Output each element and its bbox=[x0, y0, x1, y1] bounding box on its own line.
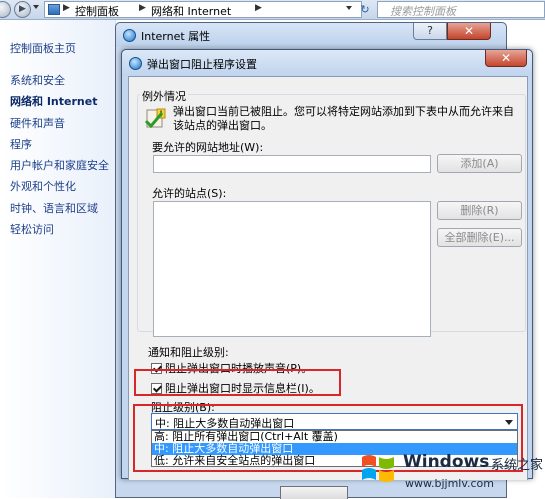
nav-user-accounts[interactable]: 用户帐户和家庭安全 bbox=[10, 157, 109, 173]
forward-button[interactable]: ▶ bbox=[14, 1, 31, 18]
internet-properties-close-button[interactable]: ✕ bbox=[447, 23, 491, 40]
notification-level-label: 通知和阻止级别: bbox=[148, 346, 229, 359]
recent-pages-dropdown-icon[interactable] bbox=[33, 5, 39, 9]
watermark-site-name: 系统之家 bbox=[491, 458, 544, 473]
nav-system-security[interactable]: 系统和安全 bbox=[10, 72, 65, 88]
windows-logo-icon bbox=[362, 455, 394, 482]
help-button[interactable]: ? bbox=[413, 23, 447, 40]
forward-arrow-icon: ▶ bbox=[19, 4, 26, 14]
show-info-bar-label: 阻止弹出窗口时显示信息栏(I)。 bbox=[165, 382, 320, 395]
breadcrumb-separator-icon[interactable]: ▶ bbox=[139, 3, 146, 13]
blocking-level-selected: 中: 阻止大多数自动弹出窗口 bbox=[155, 417, 295, 430]
nav-ease-of-access[interactable]: 轻松访问 bbox=[10, 221, 54, 237]
nav-appearance[interactable]: 外观和个性化 bbox=[10, 178, 76, 194]
show-info-bar-option[interactable]: 阻止弹出窗口时显示信息栏(I)。 bbox=[151, 380, 320, 396]
popup-blocker-title: 弹出窗口阻止程序设置 bbox=[147, 58, 257, 71]
blocking-level-select[interactable]: 中: 阻止大多数自动弹出窗口 bbox=[151, 413, 518, 430]
internet-properties-partial-button[interactable] bbox=[280, 486, 348, 499]
show-info-bar-checkbox[interactable] bbox=[151, 383, 162, 394]
popup-blocker-close-button[interactable]: ✕ bbox=[485, 50, 527, 67]
popup-blocker-titlebar[interactable]: 弹出窗口阻止程序设置 ✕ bbox=[122, 50, 532, 76]
back-button[interactable] bbox=[0, 1, 11, 18]
remove-all-sites-button[interactable]: 全部删除(E)... bbox=[437, 228, 522, 247]
watermark-url: www.bjjmlv.com bbox=[405, 477, 494, 490]
exceptions-description: 弹出窗口当前已被阻止。您可以将特定网站添加到下表中从而允许来自该站点的弹出窗口。 bbox=[173, 105, 514, 132]
explorer-address-bar-area: ▶ ▶ 控制面板 ▶ 网络和 Internet ▶ ↻ 搜索控制面板 bbox=[0, 0, 545, 20]
internet-globe-icon bbox=[129, 57, 142, 70]
breadcrumb-separator-icon[interactable]: ▶ bbox=[255, 3, 262, 13]
remove-site-button[interactable]: 删除(R) bbox=[437, 201, 522, 220]
internet-properties-titlebar[interactable]: Internet 属性 ? ✕ bbox=[116, 23, 506, 47]
allowed-url-label: 要允许的网站地址(W): bbox=[152, 141, 264, 154]
allowed-sites-list[interactable] bbox=[153, 201, 431, 337]
address-bar[interactable]: ▶ 控制面板 ▶ 网络和 Internet ▶ bbox=[44, 1, 362, 18]
nav-programs[interactable]: 程序 bbox=[10, 136, 32, 152]
security-notepad-check-icon: ! bbox=[145, 108, 166, 129]
internet-globe-icon bbox=[123, 29, 136, 42]
add-site-button[interactable]: 添加(A) bbox=[437, 154, 522, 173]
nav-control-panel-home[interactable]: 控制面板主页 bbox=[10, 40, 76, 56]
breadcrumb-control-panel[interactable]: 控制面板 bbox=[75, 3, 119, 19]
address-history-dropdown-icon[interactable] bbox=[346, 6, 352, 10]
search-input[interactable]: 搜索控制面板 bbox=[377, 1, 545, 18]
breadcrumb-separator-icon[interactable]: ▶ bbox=[63, 3, 70, 13]
nav-clock-language-region[interactable]: 时钟、语言和区域 bbox=[10, 200, 98, 216]
control-panel-left-nav: 控制面板主页 系统和安全 网络和 Internet 硬件和声音 程序 用户帐户和… bbox=[0, 20, 116, 498]
site-watermark: Windows 系统之家 www.bjjmlv.com bbox=[355, 446, 545, 498]
search-placeholder: 搜索控制面板 bbox=[390, 5, 456, 18]
nav-network-internet[interactable]: 网络和 Internet bbox=[10, 93, 97, 109]
refresh-icon[interactable]: ↻ bbox=[357, 2, 373, 17]
nav-hardware-sound[interactable]: 硬件和声音 bbox=[10, 115, 65, 131]
allowed-sites-label: 允许的站点(S): bbox=[152, 187, 227, 200]
watermark-brand: Windows bbox=[403, 452, 490, 472]
breadcrumb-network-internet[interactable]: 网络和 Internet bbox=[151, 3, 231, 19]
popup-blocker-body: 例外情况 ! 弹出窗口当前已被阻止。您可以将特定网站添加到下表中从而允许来自该站… bbox=[128, 76, 528, 480]
popup-blocker-settings-dialog: 弹出窗口阻止程序设置 ✕ 例外情况 ! 弹出窗口当前已被阻止。您可以将特定网站添… bbox=[121, 49, 533, 480]
allowed-url-input[interactable] bbox=[153, 155, 431, 173]
exceptions-legend: 例外情况 bbox=[140, 88, 188, 104]
control-panel-icon bbox=[48, 4, 60, 15]
chevron-down-icon[interactable] bbox=[505, 420, 513, 425]
internet-properties-title: Internet 属性 bbox=[141, 30, 211, 43]
